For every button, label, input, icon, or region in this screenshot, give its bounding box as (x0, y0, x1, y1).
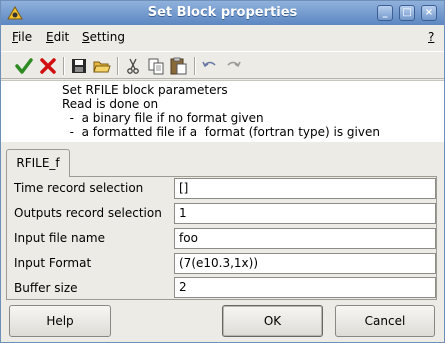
description-panel: Set RFILE block parameters Read is done … (1, 80, 444, 142)
open-icon (93, 61, 111, 73)
help-button[interactable]: Help (9, 305, 111, 337)
cut-toolbar-button[interactable] (122, 55, 144, 77)
buffer-size-label: Buffer size (14, 281, 78, 295)
ok-icon (15, 58, 33, 74)
toolbar-separator (63, 57, 65, 75)
description-line: Set RFILE block parameters (62, 83, 228, 97)
copy-icon (148, 58, 164, 75)
maximize-button[interactable]: □ (399, 5, 415, 21)
menu-setting-mnemonic: S (82, 30, 90, 44)
open-toolbar-button[interactable] (91, 55, 113, 77)
menu-file-label: ile (18, 30, 33, 44)
menu-edit-mnemonic: E (46, 30, 54, 44)
ok-toolbar-button[interactable] (13, 55, 35, 77)
save-icon (72, 59, 86, 73)
toolbar-separator (117, 57, 119, 75)
time-record-field[interactable]: [] (174, 178, 436, 199)
tab-panel: Time record selection [] Outputs record … (6, 176, 437, 300)
description-line: Read is done on (62, 97, 159, 111)
cancel-icon (40, 58, 56, 74)
ok-button[interactable]: OK (222, 305, 323, 337)
input-file-name-label: Input file name (14, 231, 106, 245)
menu-edit-label: dit (53, 30, 70, 44)
title-bar[interactable]: Set Block properties _ □ × (1, 1, 444, 25)
menu-help[interactable]: ? (428, 30, 434, 44)
buffer-size-field[interactable]: 2 (174, 277, 436, 298)
undo-icon (202, 61, 216, 68)
close-button[interactable]: × (421, 5, 437, 21)
redo-toolbar-button[interactable] (222, 55, 244, 77)
input-format-label: Input Format (14, 256, 92, 270)
outputs-record-field[interactable]: 1 (174, 203, 436, 224)
menu-file[interactable]: File (12, 30, 32, 44)
time-record-label: Time record selection (14, 181, 144, 195)
cancel-button[interactable]: Cancel (335, 305, 435, 337)
menu-setting[interactable]: Setting (82, 30, 125, 44)
description-line: - a binary file if no format given (62, 111, 264, 125)
copy-toolbar-button[interactable] (145, 55, 167, 77)
tab-rfile-f[interactable]: RFILE_f (6, 149, 70, 177)
dialog-window: Set Block properties _ □ × File Edit Set… (0, 0, 445, 343)
menu-edit[interactable]: Edit (46, 30, 69, 44)
redo-icon (227, 61, 241, 68)
toolbar-separator (194, 57, 196, 75)
description-line: - a formatted file if a format (fortran … (62, 125, 380, 139)
toolbar (1, 51, 444, 79)
undo-toolbar-button[interactable] (199, 55, 221, 77)
tab-area: RFILE_f Time record selection [] Outputs… (6, 145, 437, 301)
paste-icon (170, 57, 187, 75)
save-toolbar-button[interactable] (68, 55, 90, 77)
paste-toolbar-button[interactable] (168, 55, 190, 77)
menu-bar: File Edit Setting ? (1, 26, 444, 50)
cancel-toolbar-button[interactable] (37, 55, 59, 77)
menu-setting-label: etting (89, 30, 125, 44)
minimize-button[interactable]: _ (377, 5, 393, 21)
input-format-field[interactable]: (7(e10.3,1x)) (174, 253, 436, 274)
input-file-name-field[interactable]: foo (174, 228, 436, 249)
cut-icon (127, 58, 139, 74)
outputs-record-label: Outputs record selection (14, 206, 162, 220)
